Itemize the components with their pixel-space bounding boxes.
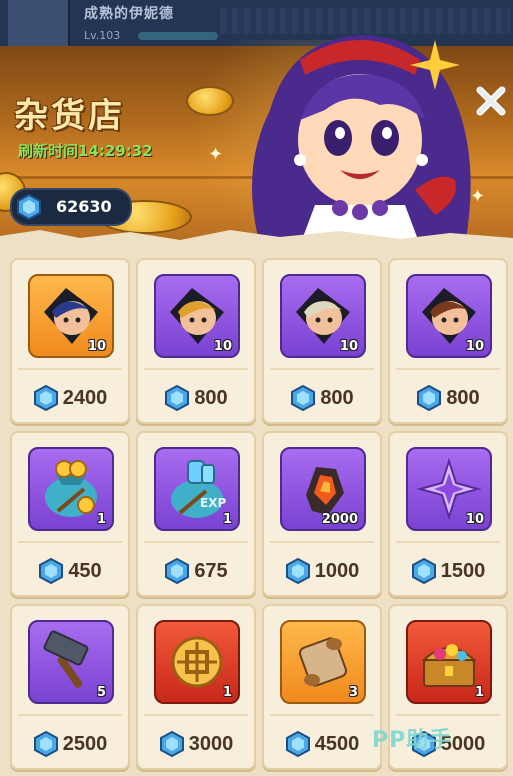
refresh-timer: 刷新时间14:29:32 xyxy=(18,142,153,160)
scroll-icon: 3 xyxy=(280,620,366,704)
player-avatar xyxy=(8,0,70,46)
price-button[interactable]: 3000 xyxy=(138,730,254,758)
blue-gem-icon xyxy=(16,193,42,224)
item-quantity: 10 xyxy=(465,339,484,354)
shop-item-card[interactable]: 5 2500 xyxy=(10,604,130,770)
exp-bag-icon: EXP 1 xyxy=(154,447,240,531)
sparkle-icon: ✦ xyxy=(470,186,486,207)
card-divider xyxy=(396,541,500,543)
item-price: 450 xyxy=(68,559,102,582)
shop-item-card[interactable]: 1 450 xyxy=(10,431,130,597)
sparkle-icon: ✦ xyxy=(208,144,224,165)
blue-gem-icon xyxy=(159,731,185,757)
item-quantity: 10 xyxy=(87,339,106,354)
price-button[interactable]: 2500 xyxy=(12,730,128,758)
card-divider xyxy=(396,368,500,370)
player-exp-bar xyxy=(138,32,218,40)
card-divider xyxy=(144,541,248,543)
price-button[interactable]: 4500 xyxy=(264,730,380,758)
shop-item-card[interactable]: 2000 1000 xyxy=(262,431,382,597)
hero-portrait-icon: 10 xyxy=(280,274,366,358)
item-price: 800 xyxy=(320,386,354,409)
blue-gem-icon xyxy=(285,558,311,584)
blue-gem-icon xyxy=(164,558,190,584)
svg-text:EXP: EXP xyxy=(200,496,226,510)
price-button[interactable]: 800 xyxy=(264,384,380,412)
item-price: 2500 xyxy=(62,732,108,755)
price-button[interactable]: 800 xyxy=(138,384,254,412)
blue-gem-icon xyxy=(416,385,442,411)
blue-gem-icon xyxy=(33,385,59,411)
shuriken-star-icon: 10 xyxy=(406,447,492,531)
item-quantity: 1 xyxy=(222,512,232,527)
hammer-icon: 5 xyxy=(28,620,114,704)
item-price: 800 xyxy=(194,386,228,409)
treasure-chest-icon: 1 xyxy=(406,620,492,704)
card-divider xyxy=(18,541,122,543)
fire-stone-icon: 2000 xyxy=(280,447,366,531)
item-price: 3000 xyxy=(188,732,234,755)
item-quantity: 3 xyxy=(348,685,358,700)
shop-item-card[interactable]: 10 800 xyxy=(388,258,508,424)
hero-portrait-icon: 10 xyxy=(154,274,240,358)
gold-coin-icon xyxy=(186,86,234,116)
item-quantity: 10 xyxy=(339,339,358,354)
card-divider xyxy=(270,541,374,543)
coin-bag-icon: 1 xyxy=(28,447,114,531)
shop-item-card[interactable]: 1 3000 xyxy=(136,604,256,770)
torn-paper-edge xyxy=(0,230,513,258)
watermark: PP助手 xyxy=(372,728,453,753)
card-divider xyxy=(396,714,500,716)
item-quantity: 1 xyxy=(474,685,484,700)
price-button[interactable]: 675 xyxy=(138,557,254,585)
shop-item-card[interactable]: 3 4500 xyxy=(262,604,382,770)
item-quantity: 10 xyxy=(465,512,484,527)
shop-item-card[interactable]: 10 800 xyxy=(136,258,256,424)
item-price: 2400 xyxy=(62,386,108,409)
item-price: 800 xyxy=(446,386,480,409)
hero-portrait-icon: 10 xyxy=(28,274,114,358)
shop-item-card[interactable]: 10 2400 xyxy=(10,258,130,424)
hero-portrait-icon: 10 xyxy=(406,274,492,358)
price-button[interactable]: 450 xyxy=(12,557,128,585)
item-quantity: 5 xyxy=(96,685,106,700)
item-quantity: 1 xyxy=(96,512,106,527)
item-quantity: 1 xyxy=(222,685,232,700)
price-button[interactable]: 1500 xyxy=(390,557,506,585)
shop-item-card[interactable]: 10 800 xyxy=(262,258,382,424)
card-divider xyxy=(270,714,374,716)
gold-emblem-icon: 1 xyxy=(154,620,240,704)
price-button[interactable]: 1000 xyxy=(264,557,380,585)
shop-item-card[interactable]: EXP 1 675 xyxy=(136,431,256,597)
card-divider xyxy=(18,714,122,716)
shop-title: 杂货店 xyxy=(14,96,125,136)
price-button[interactable]: 800 xyxy=(390,384,506,412)
gem-amount: 62630 xyxy=(56,197,112,216)
player-name: 成熟的伊妮德 xyxy=(84,6,174,22)
card-divider xyxy=(144,714,248,716)
shop-header: 成熟的伊妮德 Lv.103 杂货店 刷新时间14:29:32 62630 ✦ ✦ xyxy=(0,0,513,245)
shopkeeper-character xyxy=(252,35,471,245)
item-price: 4500 xyxy=(314,732,360,755)
item-price: 675 xyxy=(194,559,228,582)
blue-gem-icon xyxy=(285,731,311,757)
item-price: 1000 xyxy=(314,559,360,582)
blue-gem-icon xyxy=(33,731,59,757)
price-button[interactable]: 2400 xyxy=(12,384,128,412)
shop-item-card[interactable]: 10 1500 xyxy=(388,431,508,597)
blue-gem-icon xyxy=(411,558,437,584)
gem-balance: 62630 xyxy=(10,188,132,226)
blue-gem-icon xyxy=(290,385,316,411)
blue-gem-icon xyxy=(38,558,64,584)
item-quantity: 2000 xyxy=(321,512,358,527)
item-quantity: 10 xyxy=(213,339,232,354)
player-level: Lv.103 xyxy=(84,29,121,42)
card-divider xyxy=(18,368,122,370)
blue-gem-icon xyxy=(164,385,190,411)
card-divider xyxy=(144,368,248,370)
close-icon[interactable] xyxy=(472,82,510,120)
item-price: 1500 xyxy=(440,559,486,582)
card-divider xyxy=(270,368,374,370)
